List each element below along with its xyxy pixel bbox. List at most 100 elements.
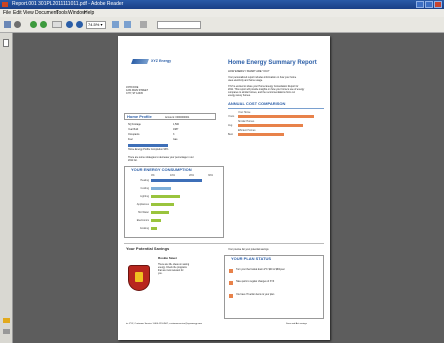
divider [124, 243, 324, 244]
intro-line: uses electricity and home usage. [228, 79, 263, 82]
annual-bar-similar [238, 124, 303, 127]
profile-key: SQ Footage [128, 123, 141, 126]
profile-value: 1,500 [173, 123, 179, 126]
annual-bar-efficient [238, 133, 284, 136]
consumption-box: YOUR ENERGY CONSUMPTION 0% 10% 20% 30% H… [124, 166, 224, 238]
profile-value: 3 [173, 133, 175, 136]
navigation-pane [0, 33, 13, 343]
consumption-tick: 30% [208, 174, 214, 177]
zoom-out-icon[interactable] [66, 21, 73, 28]
previous-page-icon[interactable] [30, 21, 37, 28]
intro-line: energy-savvy homes. [228, 94, 251, 97]
consumption-label: Lighting [140, 195, 149, 198]
menu-help[interactable]: Help [84, 10, 94, 16]
consumption-bar [151, 187, 171, 190]
divider [228, 108, 324, 109]
annual-row-label: Your Home [238, 111, 251, 114]
profile-note: There are some strategies to decrease yo… [128, 156, 194, 159]
consumption-tick: 20% [189, 174, 195, 177]
close-button[interactable] [434, 1, 442, 8]
profile-completion-bar [128, 144, 168, 147]
consumption-bar [151, 219, 161, 222]
fit-width-icon[interactable] [124, 21, 131, 28]
menu-file[interactable]: File [3, 10, 11, 16]
profile-note: 2011 list. [128, 159, 138, 162]
footer-contact: to: XYZ, Customer Service 1-800-123-4567… [126, 323, 202, 325]
plan-status-box: YOUR PLAN STATUS Turn your thermostat do… [224, 255, 324, 319]
pages-icon[interactable] [3, 39, 9, 47]
savings-heading: Your Potential Savings [126, 246, 170, 251]
window-controls [416, 1, 442, 8]
find-field[interactable] [157, 21, 201, 29]
window-title: Report.001 301PL2011111011.pdf - Adobe R… [12, 1, 124, 7]
consumption-bar [151, 227, 157, 230]
badge-text: you. [158, 273, 163, 275]
menu-view[interactable]: View [23, 10, 34, 16]
consumption-label: Hot Water [137, 211, 149, 214]
zoom-select[interactable]: 74.5% ▾ [86, 21, 106, 29]
plan-item: Turn your thermostat down 2°F. $40 to $6… [236, 269, 285, 271]
footer-action: Save and Act savings [286, 323, 307, 325]
consumption-label: Electronics [136, 219, 149, 222]
consumption-tick: 0% [151, 174, 155, 177]
plan-check-icon [229, 269, 233, 273]
toolbar: 74.5% ▾ [0, 17, 444, 33]
print-icon[interactable] [4, 21, 11, 28]
menu-tools[interactable]: Tools [56, 10, 68, 16]
maximize-button[interactable] [425, 1, 433, 8]
plan-check-icon [229, 294, 233, 298]
report-title: Home Energy Summary Report [228, 60, 317, 66]
consumption-label: Cooling [140, 187, 149, 190]
plan-item: Take quick to regular changes of XYZ [236, 281, 275, 283]
zoom-in-icon[interactable] [76, 21, 83, 28]
annual-bar-your-home [238, 115, 314, 118]
intro-heading: HOW ENERGY SMART ARE YOU? [228, 70, 270, 73]
profile-value: Gas [173, 138, 178, 141]
home-profile-heading: Home Profile [127, 114, 152, 119]
attachments-icon[interactable] [3, 318, 10, 323]
consumption-label: Appliances [136, 203, 149, 206]
pdf-page: XYZ Energy Home Energy Summary Report HO… [118, 36, 330, 340]
consumption-heading: YOUR ENERGY CONSUMPTION [131, 167, 192, 172]
consumption-label: Heating [140, 179, 149, 182]
rookie-saver-badge-icon [128, 265, 150, 291]
next-page-icon[interactable] [40, 21, 47, 28]
comments-icon[interactable] [3, 329, 10, 334]
consumption-bar [151, 179, 202, 182]
plan-heading: YOUR PLAN STATUS [231, 256, 272, 261]
address-line: CITY, ST 12345 [126, 92, 143, 95]
consumption-bar [151, 211, 169, 214]
profile-key: Fuel [128, 138, 133, 141]
menu-document[interactable]: Document [35, 10, 58, 16]
adobe-reader-icon [2, 2, 8, 7]
savings-subheading: Your precise list your potential savings [228, 248, 269, 251]
annual-row-tag: Avg [228, 124, 233, 127]
profile-key: Year Built [128, 128, 139, 131]
open-icon[interactable] [14, 21, 21, 28]
profile-value: 1987 [173, 128, 179, 131]
profile-completion-label: Home Energy Profile Completion 93% [128, 148, 169, 151]
plan-check-icon [229, 281, 233, 285]
annual-row-label: Similar Homes [238, 120, 255, 123]
plan-item: You have 70 action items to your plan [236, 294, 275, 296]
consumption-tick: 10% [170, 174, 176, 177]
company-logo [131, 59, 149, 64]
find-icon[interactable] [140, 21, 147, 28]
account-number: Account: 0000000001 [165, 116, 190, 119]
title-bar: Report.001 301PL2011111011.pdf - Adobe R… [0, 0, 444, 9]
company-name: XYZ Energy [151, 59, 172, 63]
annual-row-label: Efficient Homes [238, 129, 256, 132]
page-number-field[interactable] [52, 21, 62, 28]
annual-row-tag: Best [228, 133, 234, 136]
annual-row-tag: Yours [228, 115, 235, 118]
home-profile-box: Home Profile Account: 0000000001 [124, 113, 216, 120]
menu-edit[interactable]: Edit [13, 10, 22, 16]
badge-title: Rookie Saver [158, 256, 178, 260]
minimize-button[interactable] [416, 1, 424, 8]
consumption-label: Cooking [139, 227, 149, 230]
consumption-bar [151, 203, 174, 206]
menu-bar: File Edit View Document Tools Window Hel… [0, 9, 444, 17]
annual-cost-heading: ANNUAL COST COMPARISON [228, 101, 286, 106]
fit-page-icon[interactable] [112, 21, 119, 28]
consumption-bar [151, 195, 180, 198]
